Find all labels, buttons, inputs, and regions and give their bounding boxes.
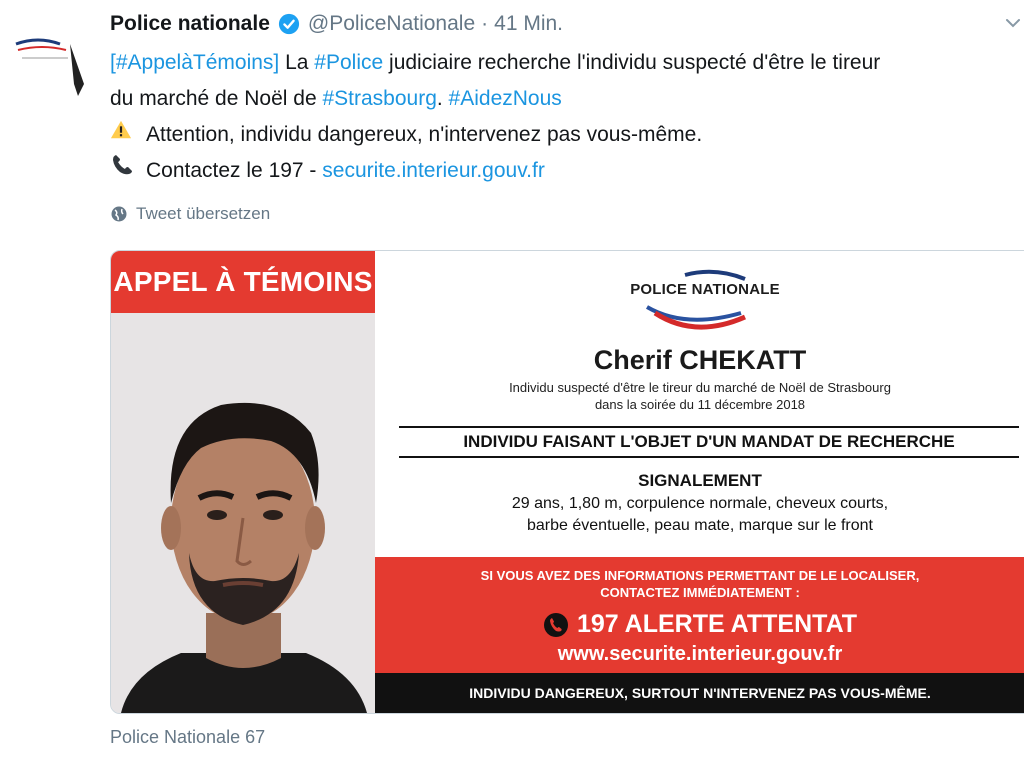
tweet-text-segment: La [279,51,315,74]
description-line-1: Individu suspecté d'être le tireur du ma… [509,380,891,395]
hashtag-aidez-nous[interactable]: #AidezNous [449,87,562,110]
left-panel: APPEL À TÉMOINS [111,251,375,713]
tweet-text-segment: judiciaire recherche l'individu suspecté… [383,51,881,74]
danger-warning: INDIVIDU DANGEREUX, SURTOUT N'INTERVENEZ… [375,673,1024,713]
tricolor-swoosh-icon [645,269,747,330]
tweet-text-segment: . [436,87,449,110]
website-link[interactable]: securite.interieur.gouv.fr [322,159,545,182]
signalement-title: SIGNALEMENT [638,471,762,490]
description-line-2: dans la soirée du 11 décembre 2018 [594,397,806,412]
tweet-text-segment: Contactez le 197 - [146,159,323,182]
mandat-heading: INDIVIDU FAISANT L'OBJET D'UN MANDAT DE … [399,426,1019,458]
signalement-text: 29 ans, 1,80 m, corpulence normale, chev… [375,493,1024,537]
verified-badge-icon [278,13,300,35]
signalement-line-2: barbe éventuelle, peau mate, marque sur … [527,517,873,534]
contact-instructions: SI VOUS AVEZ DES INFORMATIONS PERMETTANT… [375,567,1024,601]
police-logo: POLICE NATIONALE [605,269,805,339]
telephone-icon [110,153,136,189]
media-tag[interactable]: Police Nationale 67 [110,727,265,748]
chevron-down-icon[interactable] [1004,14,1022,32]
hashtag-police[interactable]: #Police [314,51,383,74]
signalement-line-1: 29 ans, 1,80 m, corpulence normale, chev… [511,495,889,512]
translate-tweet[interactable]: Tweet übersetzen [110,204,270,224]
suspect-photo [111,313,375,713]
tweet-line-2: du marché de Noël de #Strasbourg. #Aidez… [110,81,1024,117]
tweet-header: Police nationale @PoliceNationale · 41 M… [110,8,563,40]
suspect-description: Individu suspecté d'être le tireur du ma… [375,379,1024,413]
logo-text: POLICE NATIONALE [630,281,780,298]
hashtag-strasbourg[interactable]: #Strasbourg [322,87,436,110]
card-website: www.securite.interieur.gouv.fr [557,643,843,665]
tweet-line-4: Contactez le 197 - securite.interieur.go… [110,153,1024,189]
author-name[interactable]: Police nationale [110,12,270,36]
contact-box: SI VOUS AVEZ DES INFORMATIONS PERMETTANT… [375,557,1024,673]
tweet-line-1: [#AppelàTémoins] La #Police judiciaire r… [110,45,1024,81]
translate-label: Tweet übersetzen [136,204,271,223]
police-nationale-logo [8,14,96,102]
tweet-line-3: Attention, individu dangereux, n'interve… [110,117,1024,153]
avatar[interactable] [8,14,96,102]
header-separator: · [481,12,489,35]
alerte-text: 197 ALERTE ATTENTAT [576,610,858,638]
suspect-name: Cherif CHEKATT [593,345,807,375]
author-handle[interactable]: @PoliceNationale [308,12,475,36]
contact-line-2: CONTACTEZ IMMÉDIATEMENT : [600,585,800,600]
tweet-image-card[interactable]: APPEL À TÉMOINS POLICE NATIONALE Cherif … [110,250,1024,714]
contact-line-1: SI VOUS AVEZ DES INFORMATIONS PERMETTANT… [480,568,920,583]
tweet-text: [#AppelàTémoins] La #Police judiciaire r… [110,45,1024,189]
hashtag-appelatemoins[interactable]: [#AppelàTémoins] [110,51,279,74]
phone-icon [543,612,569,638]
globe-icon [110,205,128,223]
tweet-timestamp[interactable]: 41 Min. [494,12,563,36]
tweet-text-segment: Attention, individu dangereux, n'interve… [146,123,703,146]
appel-banner: APPEL À TÉMOINS [111,251,375,313]
warning-icon [110,117,136,153]
tweet-text-segment: du marché de Noël de [110,87,323,110]
right-panel: POLICE NATIONALE Cherif CHEKATT Individu… [375,251,1024,713]
alerte-line: 197 ALERTE ATTENTAT [375,610,1024,639]
